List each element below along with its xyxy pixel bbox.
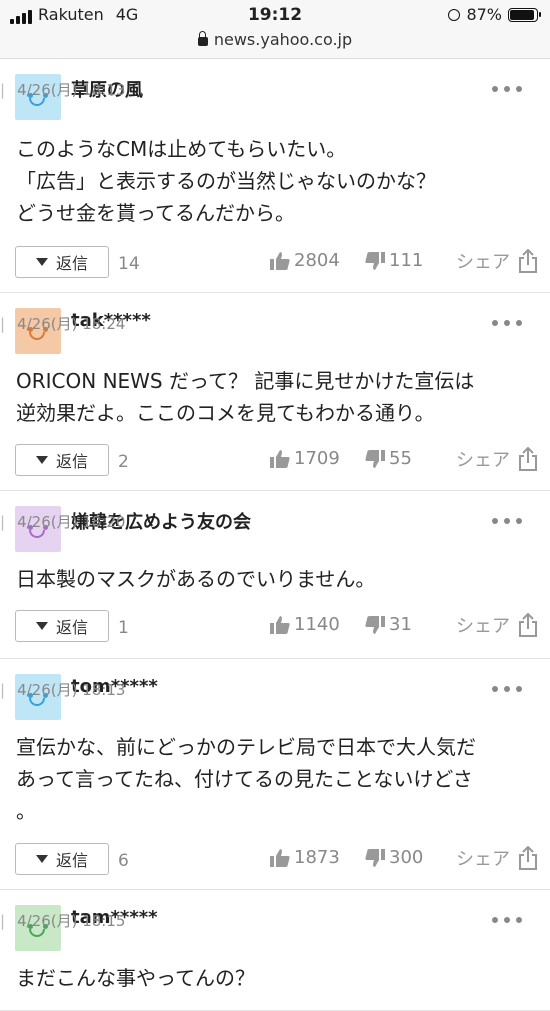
comment-item: tam***** | 4/26(月) 18:15 まだこんな事やってんの？ — [0, 890, 550, 1011]
more-options-icon[interactable] — [492, 86, 522, 92]
status-right: 87% — [448, 5, 541, 24]
thumbs-down-icon — [365, 615, 385, 634]
share-button[interactable]: シェア — [456, 612, 538, 638]
comment-time: | 4/26(月) 18:20 — [0, 513, 126, 531]
thumbs-up-icon — [270, 615, 290, 634]
reply-button[interactable]: 返信 — [15, 444, 109, 476]
caret-down-icon — [35, 622, 48, 630]
comment-item: 嫌韓を広めよう友の会 | 4/26(月) 18:20 日本製のマスクがあるのでいり… — [0, 491, 550, 659]
share-icon — [519, 846, 537, 870]
caret-down-icon — [35, 456, 48, 464]
thumbs-up-icon — [270, 449, 290, 468]
caret-down-icon — [35, 855, 48, 863]
reply-count: 14 — [118, 254, 140, 274]
thumbs-down-icon — [365, 251, 385, 270]
comment-time: | 4/26(月) 18:15 — [0, 912, 126, 930]
thumbs-up-icon — [270, 848, 290, 867]
comment-time: | 4/26(月) 18:13 — [0, 681, 126, 699]
reply-count: 2 — [118, 452, 129, 472]
share-icon — [519, 613, 537, 637]
share-icon — [519, 249, 537, 273]
more-options-icon[interactable] — [492, 917, 522, 923]
reply-button[interactable]: 返信 — [15, 246, 109, 278]
battery-icon — [508, 7, 541, 22]
url-text: news.yahoo.co.jp — [213, 30, 353, 49]
more-options-icon[interactable] — [492, 518, 522, 524]
more-options-icon[interactable] — [492, 320, 522, 326]
caret-down-icon — [35, 258, 48, 266]
comment-time: | 4/26(月) 18:13 — [0, 81, 126, 99]
reply-count: 1 — [118, 618, 129, 638]
comment-item: 草原の風 | 4/26(月) 18:13 このようなCMは止めてもらいたい。 「広… — [0, 59, 550, 293]
reply-button[interactable]: 返信 — [15, 843, 109, 875]
comment-text: ORICON NEWS だって？ 記事に見せかけた宣伝は 逆効果だよ。ここのコメ… — [16, 369, 475, 425]
status-bar: Rakuten 4G 19:12 87% news.yahoo.co.jp — [0, 0, 550, 59]
comment-text: このようなCMは止めてもらいたい。 「広告」と表示するのが当然じゃないのかな？ … — [16, 137, 436, 225]
share-icon — [519, 447, 537, 471]
like-button[interactable]: 1873 — [270, 847, 340, 868]
like-button[interactable]: 1709 — [270, 448, 340, 469]
more-options-icon[interactable] — [492, 686, 522, 692]
lock-icon — [197, 31, 208, 46]
reply-count: 6 — [118, 851, 129, 871]
battery-percent: 87% — [466, 5, 502, 24]
address-bar[interactable]: news.yahoo.co.jp — [0, 30, 550, 49]
like-button[interactable]: 1140 — [270, 614, 340, 635]
like-button[interactable]: 2804 — [270, 250, 340, 271]
comment-text: 宣伝かな、前にどっかのテレビ局で日本で大人気だ あって言ってたね、付けてるの見た… — [16, 735, 476, 823]
dislike-button[interactable]: 31 — [365, 614, 412, 635]
dislike-button[interactable]: 300 — [365, 847, 423, 868]
dislike-button[interactable]: 55 — [365, 448, 412, 469]
comment-time: | 4/26(月) 18:24 — [0, 315, 126, 333]
thumbs-down-icon — [365, 449, 385, 468]
share-button[interactable]: シェア — [456, 248, 538, 274]
dislike-button[interactable]: 111 — [365, 250, 423, 271]
comment-item: tak***** | 4/26(月) 18:24 ORICON NEWS だって？… — [0, 293, 550, 491]
comment-text: まだこんな事やってんの？ — [16, 966, 255, 990]
comment-text: 日本製のマスクがあるのでいりません。 — [16, 567, 376, 591]
orientation-lock-icon — [448, 8, 461, 21]
thumbs-up-icon — [270, 251, 290, 270]
share-button[interactable]: シェア — [456, 446, 538, 472]
thumbs-down-icon — [365, 848, 385, 867]
comment-item: tom***** | 4/26(月) 18:13 宣伝かな、前にどっかのテレビ局で… — [0, 659, 550, 890]
share-button[interactable]: シェア — [456, 845, 538, 871]
reply-button[interactable]: 返信 — [15, 610, 109, 642]
